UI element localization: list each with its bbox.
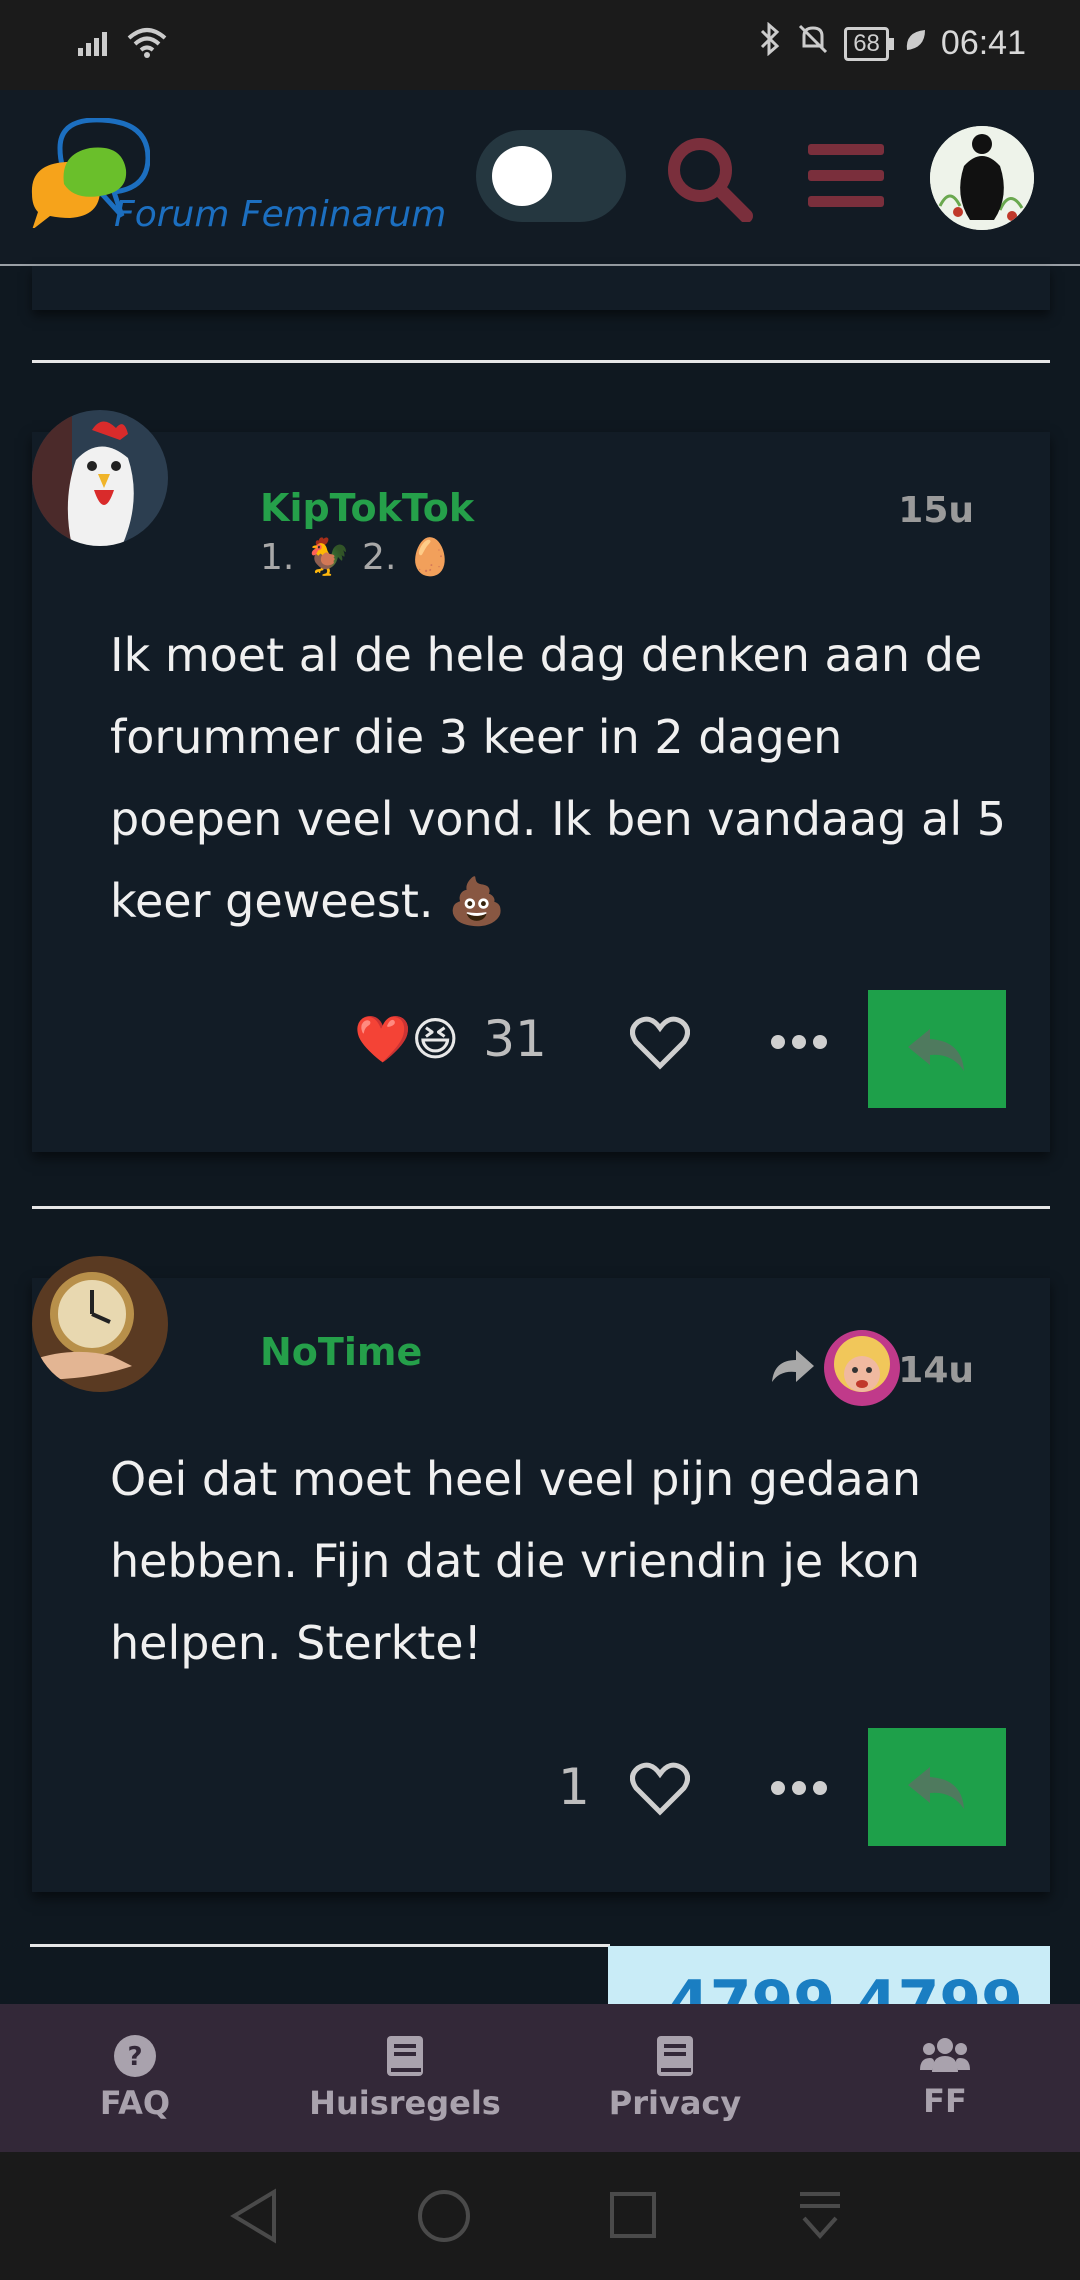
reactions-summary[interactable]: 1 xyxy=(558,1758,590,1816)
forum-logo[interactable]: Forum Feminarum xyxy=(30,118,450,248)
reply-button[interactable] xyxy=(868,1728,1006,1846)
heart-icon[interactable] xyxy=(630,1762,690,1820)
search-icon[interactable] xyxy=(664,136,754,226)
post-username[interactable]: KipTokTok xyxy=(260,486,474,530)
nav-privacy-label: Privacy xyxy=(608,2084,742,2122)
nav-faq[interactable]: ? FAQ xyxy=(0,2004,270,2152)
reply-icon xyxy=(908,1767,964,1809)
like-count[interactable]: 1 xyxy=(558,1758,590,1816)
post-username[interactable]: NoTime xyxy=(260,1330,422,1374)
nav-faq-label: FAQ xyxy=(99,2084,171,2122)
nav-huisregels-label: Huisregels xyxy=(309,2084,501,2122)
reply-to-arrow-icon[interactable] xyxy=(770,1348,816,1388)
svg-text:?: ? xyxy=(127,2042,142,2072)
signal-icon xyxy=(76,28,116,62)
nav-privacy[interactable]: Privacy xyxy=(540,2004,810,2152)
previous-post-card xyxy=(32,266,1050,310)
reply-to-avatar[interactable] xyxy=(824,1330,900,1406)
users-icon xyxy=(920,2038,970,2072)
nav-huisregels[interactable]: Huisregels xyxy=(270,2004,540,2152)
book-icon xyxy=(387,2036,423,2076)
recents-icon[interactable] xyxy=(610,2192,656,2238)
bottom-navigation: ? FAQ Huisregels Privacy FF xyxy=(0,2004,1080,2152)
post-divider xyxy=(32,1206,1050,1209)
toggle-knob xyxy=(492,146,552,206)
more-options-icon[interactable] xyxy=(770,1778,828,1802)
bluetooth-icon xyxy=(758,21,782,65)
like-count[interactable]: 31 xyxy=(483,1010,547,1068)
post-time[interactable]: 15u xyxy=(898,490,974,531)
post-avatar[interactable] xyxy=(32,410,168,546)
status-bar: 68 06:41 xyxy=(0,0,1080,90)
user-badges: 1. 🐓 2. 🥚 xyxy=(260,537,453,578)
post-body: Ik moet al de hele dag denken aan de for… xyxy=(110,628,1007,928)
clock-time: 06:41 xyxy=(940,24,1026,62)
nav-ff-label: FF xyxy=(923,2082,967,2120)
post-time[interactable]: 14u xyxy=(898,1350,974,1391)
hamburger-menu-icon[interactable] xyxy=(808,142,884,212)
home-icon[interactable] xyxy=(418,2190,470,2242)
question-circle-icon: ? xyxy=(114,2035,156,2077)
post-card: NoTime 14u Oei dat moet heel veel pijn g… xyxy=(32,1256,1050,1892)
next-post-banner-text: 4799 4799 xyxy=(668,1968,1023,2006)
book-icon xyxy=(657,2036,693,2076)
user-avatar[interactable] xyxy=(930,126,1034,230)
post-card: KipTokTok 1. 🐓 2. 🥚 15u Ik moet al de he… xyxy=(32,410,1050,1152)
reply-icon xyxy=(908,1029,964,1071)
nav-ff[interactable]: FF xyxy=(810,2004,1080,2152)
post-avatar[interactable] xyxy=(32,1256,168,1392)
dark-mode-toggle[interactable] xyxy=(476,130,626,222)
more-options-icon[interactable] xyxy=(770,1032,828,1056)
notification-pull-icon[interactable] xyxy=(800,2192,840,2240)
reaction-emojis: ❤️😆 xyxy=(354,1011,460,1066)
reply-button[interactable] xyxy=(868,990,1006,1108)
next-post-banner: 4799 4799 xyxy=(608,1946,1050,2006)
battery-indicator: 68 xyxy=(844,26,894,61)
post-divider xyxy=(32,360,1050,363)
back-icon[interactable] xyxy=(230,2188,276,2244)
heart-icon[interactable] xyxy=(630,1016,690,1074)
post-divider xyxy=(30,1944,610,1947)
leaf-icon xyxy=(903,24,927,63)
app-header: Forum Feminarum xyxy=(0,90,1080,266)
post-body: Oei dat moet heel veel pijn gedaan hebbe… xyxy=(110,1452,922,1670)
system-navigation-bar xyxy=(0,2152,1080,2280)
wifi-icon xyxy=(126,26,168,64)
logo-text: Forum Feminarum xyxy=(114,194,447,235)
mute-bell-icon xyxy=(796,22,830,65)
reactions-summary[interactable]: ❤️😆 31 xyxy=(354,1010,547,1068)
